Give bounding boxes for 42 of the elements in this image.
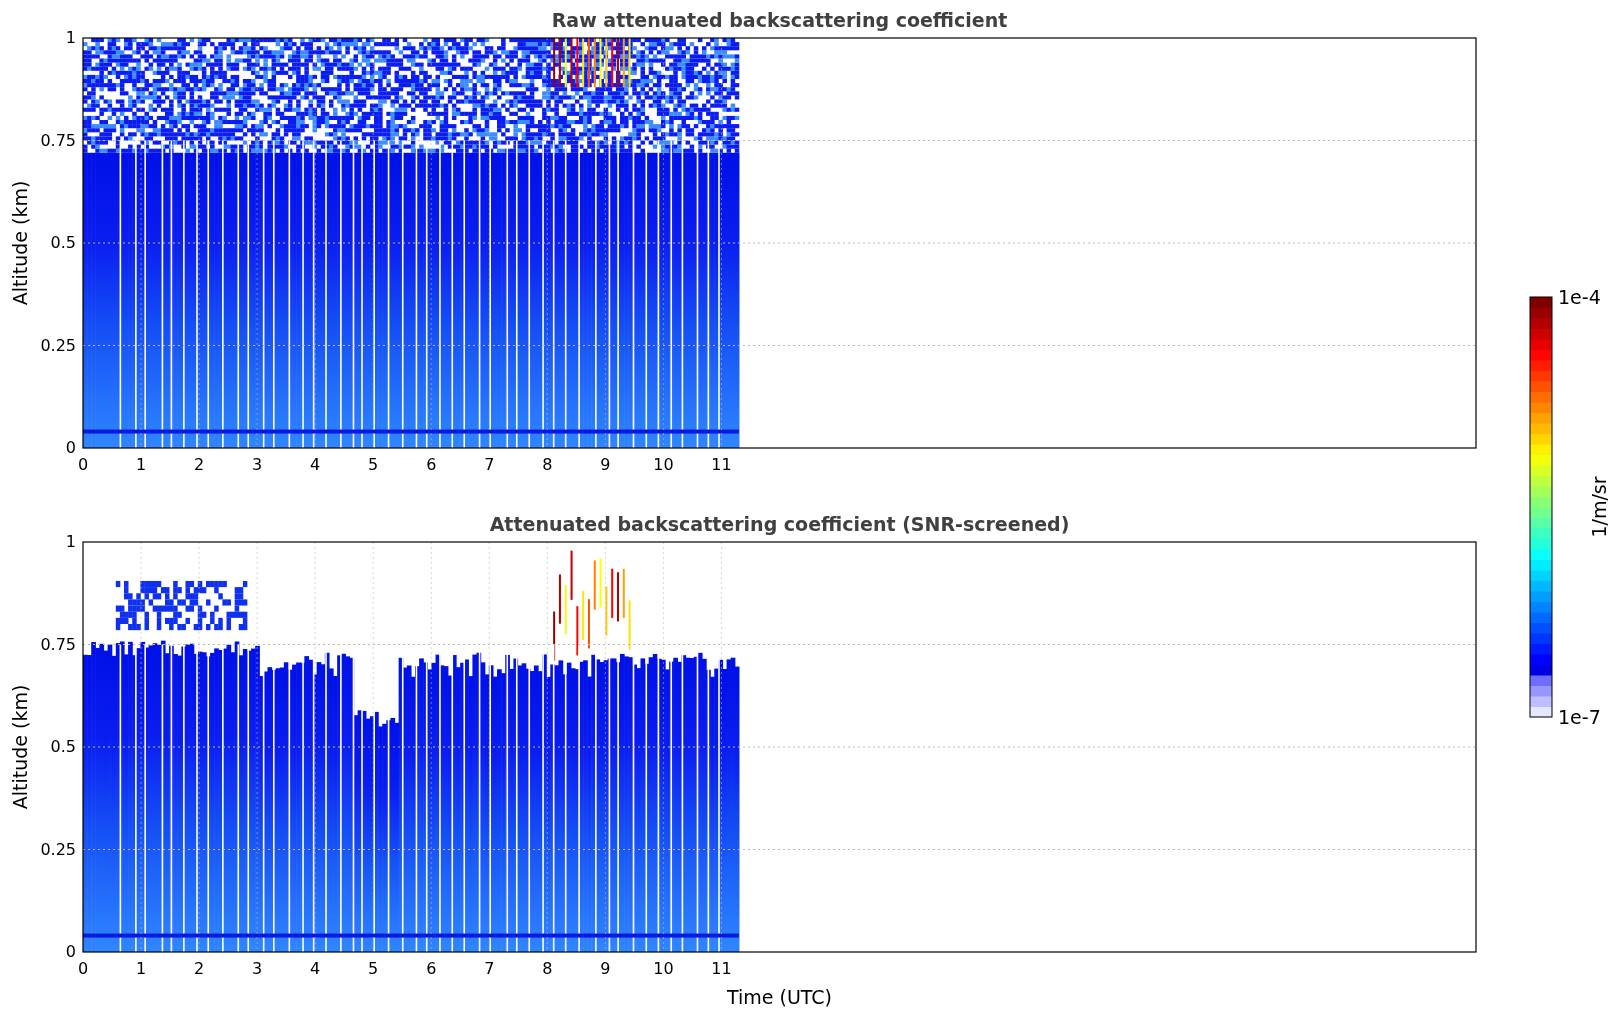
tick-label: 7 (484, 455, 495, 474)
chart-title: Raw attenuated backscattering coefficient (551, 9, 1008, 31)
tick-label: 0.25 (40, 335, 76, 355)
tick-label: 9 (600, 959, 611, 978)
tick-label: 0 (65, 942, 76, 961)
axis-label: Altitude (km) (9, 180, 31, 306)
colorbar-max-label: 1e-4 (1558, 286, 1601, 308)
tick-label: 10 (653, 959, 674, 978)
axis-label: Altitude (km) (9, 684, 31, 810)
tick-label: 3 (252, 959, 263, 978)
tick-label: 8 (542, 455, 553, 474)
tick-label: 0.5 (50, 737, 76, 756)
tick-label: 4 (310, 455, 321, 474)
tick-label: 6 (426, 959, 437, 978)
tick-label: 0 (77, 959, 89, 978)
tick-label: 2 (194, 959, 205, 978)
tick-label: 11 (711, 959, 732, 978)
tick-label: 8 (542, 959, 553, 978)
tick-label: 6 (426, 455, 437, 474)
tick-label: 0 (77, 455, 89, 474)
tick-label: 0.75 (40, 634, 76, 654)
colorbar-min-label: 1e-7 (1558, 706, 1601, 728)
tick-label: 0.5 (50, 233, 76, 252)
tick-label: 1 (65, 28, 76, 47)
tick-label: 0.25 (40, 839, 76, 859)
tick-label: 9 (600, 455, 611, 474)
chart-title: Attenuated backscattering coefficient (SNR-screened) (489, 513, 1070, 535)
tick-label: 0.75 (40, 130, 76, 150)
tick-label: 1 (135, 455, 147, 474)
tick-label: 2 (194, 455, 205, 474)
tick-label: 7 (484, 959, 495, 978)
tick-label: 1 (65, 532, 76, 551)
axis-label: Time (UTC) (727, 986, 832, 1008)
tick-label: 11 (711, 455, 732, 474)
tick-label: 5 (368, 455, 379, 474)
tick-label: 0 (65, 438, 76, 457)
tick-label: 1 (135, 959, 147, 978)
tick-label: 5 (368, 959, 379, 978)
tick-label: 4 (310, 959, 321, 978)
colorbar-label: 1/m/sr (1588, 476, 1610, 538)
tick-label: 10 (653, 455, 674, 474)
tick-label: 3 (252, 455, 263, 474)
